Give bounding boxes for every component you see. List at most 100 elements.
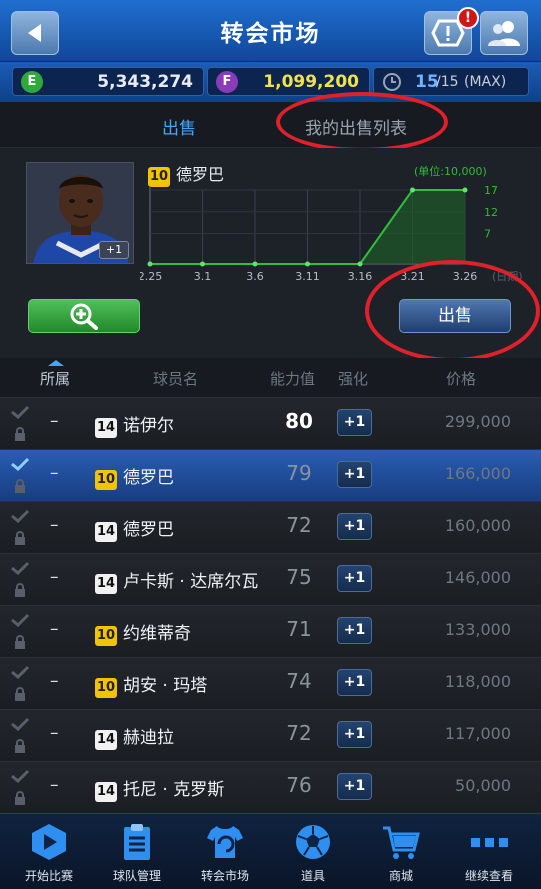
player-name-cell: 10 胡安 · 玛塔 bbox=[95, 671, 207, 698]
player-name: 诺伊尔 bbox=[123, 416, 174, 436]
f-coin-icon: F bbox=[216, 71, 238, 93]
team-cell: – bbox=[50, 775, 59, 795]
nav-label: 商城 bbox=[388, 869, 413, 883]
nav-items[interactable]: 道具 bbox=[268, 814, 358, 889]
team-cell: – bbox=[50, 567, 59, 587]
nav-label: 开始比赛 bbox=[24, 869, 73, 883]
annotation-circle bbox=[365, 260, 540, 362]
data-point bbox=[410, 187, 415, 193]
rating-cell: 72 bbox=[286, 721, 312, 745]
player-name: 胡安 · 玛塔 bbox=[123, 676, 208, 696]
e-currency-value: 5,343,274 bbox=[97, 72, 193, 92]
lock-icon bbox=[15, 583, 25, 597]
nav-transfer-market[interactable]: 转会市场 bbox=[180, 814, 270, 889]
notification-badge: ! bbox=[457, 7, 479, 29]
more-icon bbox=[471, 838, 508, 847]
rating-cell: 74 bbox=[286, 669, 312, 693]
player-name: 德罗巴 bbox=[123, 468, 174, 488]
friends-button[interactable] bbox=[480, 11, 528, 55]
table-row[interactable]: – 14 赫迪拉 72 +1 117,000 bbox=[0, 710, 541, 762]
table-row-selected[interactable]: – 10 德罗巴 79 +1 166,000 bbox=[0, 450, 541, 502]
boost-button[interactable]: +1 bbox=[337, 461, 372, 488]
y-tick-label: 12 bbox=[484, 206, 498, 219]
level-badge: 14 bbox=[95, 730, 117, 750]
player-name: 约维蒂奇 bbox=[123, 624, 191, 644]
lock-icon bbox=[15, 635, 25, 649]
check-icon bbox=[11, 717, 30, 732]
table-row[interactable]: – 14 托尼 · 克罗斯 76 +1 50,000 bbox=[0, 762, 541, 814]
player-name-cell: 14 诺伊尔 bbox=[95, 411, 174, 438]
boost-button[interactable]: +1 bbox=[337, 513, 372, 540]
price-cell: 50,000 bbox=[455, 776, 511, 795]
col-belong[interactable]: 所属 bbox=[40, 368, 70, 389]
level-badge: 10 bbox=[95, 470, 117, 490]
table-row[interactable]: – 10 胡安 · 玛塔 74 +1 118,000 bbox=[0, 658, 541, 710]
team-cell: – bbox=[50, 411, 59, 431]
stamina-note: (MAX) bbox=[464, 74, 507, 90]
table-row[interactable]: – 14 诺伊尔 80 +1 299,000 bbox=[0, 398, 541, 450]
x-tick-label: 3.1 bbox=[194, 270, 212, 283]
player-name-cell: 14 赫迪拉 bbox=[95, 723, 174, 750]
team-cell: – bbox=[50, 515, 59, 535]
list-header: 所属 球员名 能力值 强化 价格 bbox=[0, 358, 541, 398]
zoom-button[interactable] bbox=[28, 299, 140, 333]
table-row[interactable]: – 14 卢卡斯 · 达席尔瓦 75 +1 146,000 bbox=[0, 554, 541, 606]
stamina-max: /15 bbox=[436, 74, 459, 90]
boost-button[interactable]: +1 bbox=[337, 565, 372, 592]
rating-cell: 80 bbox=[285, 409, 313, 433]
col-ability[interactable]: 能力值 bbox=[270, 368, 315, 389]
price-cell: 166,000 bbox=[444, 464, 511, 483]
team-cell: – bbox=[50, 619, 59, 639]
play-icon bbox=[32, 824, 66, 860]
player-name-cell: 10 德罗巴 bbox=[95, 463, 174, 490]
player-name-cell: 10 约维蒂奇 bbox=[95, 619, 191, 646]
data-point bbox=[357, 261, 363, 267]
nav-more[interactable]: 继续查看 bbox=[444, 814, 534, 889]
table-row[interactable]: – 14 德罗巴 72 +1 160,000 bbox=[0, 502, 541, 554]
nav-label: 球队管理 bbox=[112, 869, 161, 883]
col-price[interactable]: 价格 bbox=[446, 368, 476, 389]
boost-button[interactable]: +1 bbox=[337, 669, 372, 696]
bottom-nav: 开始比赛 球队管理 转会市场 道具 商城 继续查看 bbox=[0, 813, 541, 889]
magnify-plus-icon bbox=[70, 303, 98, 330]
lock-icon bbox=[15, 531, 25, 545]
x-tick-label: 3.11 bbox=[295, 270, 320, 283]
nav-shop[interactable]: 商城 bbox=[356, 814, 446, 889]
boost-button[interactable]: +1 bbox=[337, 721, 372, 748]
boost-button[interactable]: +1 bbox=[337, 617, 372, 644]
player-name-cell: 14 托尼 · 克罗斯 bbox=[95, 775, 224, 802]
nav-team-management[interactable]: 球队管理 bbox=[92, 814, 182, 889]
tab-sell[interactable]: 出售 bbox=[162, 114, 196, 139]
data-point bbox=[200, 261, 205, 267]
lock-icon bbox=[15, 791, 25, 805]
price-cell: 160,000 bbox=[444, 516, 511, 535]
e-currency: E 5,343,274 bbox=[12, 67, 204, 96]
sort-indicator-icon bbox=[48, 360, 64, 366]
table-row[interactable]: – 10 约维蒂奇 71 +1 133,000 bbox=[0, 606, 541, 658]
col-player[interactable]: 球员名 bbox=[153, 368, 198, 389]
rating-cell: 72 bbox=[286, 513, 312, 537]
clipboard-icon bbox=[124, 824, 150, 860]
rating-cell: 71 bbox=[286, 617, 312, 641]
nav-start-match[interactable]: 开始比赛 bbox=[4, 814, 94, 889]
boost-button[interactable]: +1 bbox=[337, 773, 372, 800]
data-point bbox=[252, 261, 258, 267]
jersey-icon bbox=[207, 826, 243, 858]
e-coin-icon: E bbox=[21, 71, 43, 93]
player-name: 托尼 · 克罗斯 bbox=[123, 780, 225, 800]
col-boost[interactable]: 强化 bbox=[338, 368, 368, 389]
rating-cell: 79 bbox=[286, 461, 312, 485]
tab-bar: 出售 我的出售列表 bbox=[0, 102, 541, 148]
player-portrait: +1 bbox=[26, 162, 134, 264]
check-icon bbox=[11, 509, 30, 524]
level-badge: 14 bbox=[95, 418, 117, 438]
x-tick-label: 2.25 bbox=[140, 270, 162, 283]
player-name-cell: 14 卢卡斯 · 达席尔瓦 bbox=[95, 567, 258, 594]
check-icon bbox=[11, 613, 30, 628]
x-tick-label: 3.16 bbox=[348, 270, 373, 283]
lock-icon bbox=[15, 479, 25, 493]
data-point bbox=[305, 261, 310, 267]
boost-button[interactable]: +1 bbox=[337, 409, 372, 436]
currency-bar: E 5,343,274 F 1,099,200 15 /15 (MAX) bbox=[0, 62, 541, 102]
player-name: 德罗巴 bbox=[123, 520, 174, 540]
